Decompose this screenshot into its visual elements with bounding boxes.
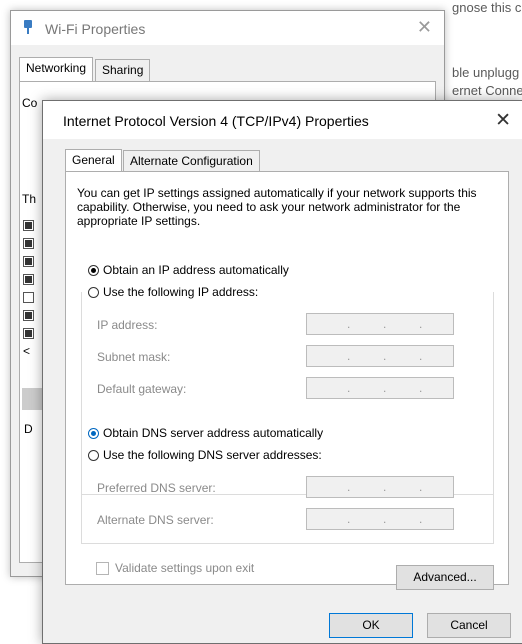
radio-ip-automatic[interactable]: Obtain an IP address automatically bbox=[88, 263, 289, 277]
radio-label: Obtain DNS server address automatically bbox=[103, 426, 324, 440]
wifi-items-label: Th bbox=[22, 192, 37, 206]
wifi-titlebar[interactable]: Wi-Fi Properties ✕ bbox=[11, 11, 444, 45]
default-gateway-input[interactable]: ... bbox=[306, 377, 454, 399]
item-checkbox[interactable] bbox=[23, 274, 34, 285]
description-label: D bbox=[24, 422, 33, 436]
item-checkbox[interactable] bbox=[23, 292, 34, 303]
advanced-button[interactable]: Advanced... bbox=[396, 565, 494, 590]
item-checkbox[interactable] bbox=[23, 328, 34, 339]
cancel-button[interactable]: Cancel bbox=[427, 613, 511, 638]
dialog-titlebar[interactable]: Internet Protocol Version 4 (TCP/IPv4) P… bbox=[43, 101, 522, 139]
intro-text: You can get IP settings assigned automat… bbox=[77, 186, 477, 228]
subnet-mask-label: Subnet mask: bbox=[97, 350, 171, 364]
tab-general[interactable]: General bbox=[65, 149, 122, 172]
validate-checkbox-row[interactable]: Validate settings upon exit bbox=[96, 561, 254, 575]
wifi-connect-label: Co bbox=[22, 96, 38, 110]
item-checkbox[interactable] bbox=[23, 238, 34, 249]
ip-address-label: IP address: bbox=[97, 318, 158, 332]
close-icon[interactable]: ✕ bbox=[495, 109, 511, 132]
dns-group-box bbox=[81, 455, 494, 544]
ok-button[interactable]: OK bbox=[329, 613, 413, 638]
close-icon[interactable]: ✕ bbox=[417, 17, 432, 38]
item-checkbox[interactable] bbox=[23, 220, 34, 231]
wifi-window-title: Wi-Fi Properties bbox=[45, 21, 146, 37]
default-gateway-label: Default gateway: bbox=[97, 382, 187, 396]
tab-sharing[interactable]: Sharing bbox=[95, 59, 151, 81]
radio-label: Obtain an IP address automatically bbox=[103, 263, 289, 277]
preferred-dns-label: Preferred DNS server: bbox=[97, 481, 216, 495]
radio-dns-automatic[interactable]: Obtain DNS server address automatically bbox=[88, 426, 323, 440]
radio-button[interactable] bbox=[88, 427, 99, 439]
item-checkbox[interactable] bbox=[23, 310, 34, 321]
item-checkbox[interactable] bbox=[23, 256, 34, 267]
subnet-mask-input[interactable]: ... bbox=[306, 345, 454, 367]
dialog-title: Internet Protocol Version 4 (TCP/IPv4) P… bbox=[63, 113, 369, 129]
radio-button[interactable] bbox=[88, 264, 99, 276]
validate-label: Validate settings upon exit bbox=[115, 561, 255, 575]
background-text-top: gnose this c bbox=[452, 0, 522, 15]
background-text-ethernet: ernet Conne bbox=[452, 83, 522, 98]
ip-address-input[interactable]: ... bbox=[306, 313, 454, 335]
alternate-dns-input[interactable]: ... bbox=[306, 508, 454, 530]
validate-checkbox[interactable] bbox=[96, 561, 109, 575]
background-text-unplugged: ble unplugg bbox=[452, 65, 520, 80]
general-pane: You can get IP settings assigned automat… bbox=[65, 171, 509, 585]
alternate-dns-label: Alternate DNS server: bbox=[97, 513, 214, 527]
tab-alternate-configuration[interactable]: Alternate Configuration bbox=[123, 150, 260, 172]
tab-networking[interactable]: Networking bbox=[19, 57, 94, 81]
ipv4-properties-dialog: Internet Protocol Version 4 (TCP/IPv4) P… bbox=[42, 100, 522, 644]
scroll-left-arrow[interactable]: < bbox=[23, 344, 30, 358]
preferred-dns-input[interactable]: ... bbox=[306, 476, 454, 498]
network-adapter-icon bbox=[24, 20, 32, 34]
